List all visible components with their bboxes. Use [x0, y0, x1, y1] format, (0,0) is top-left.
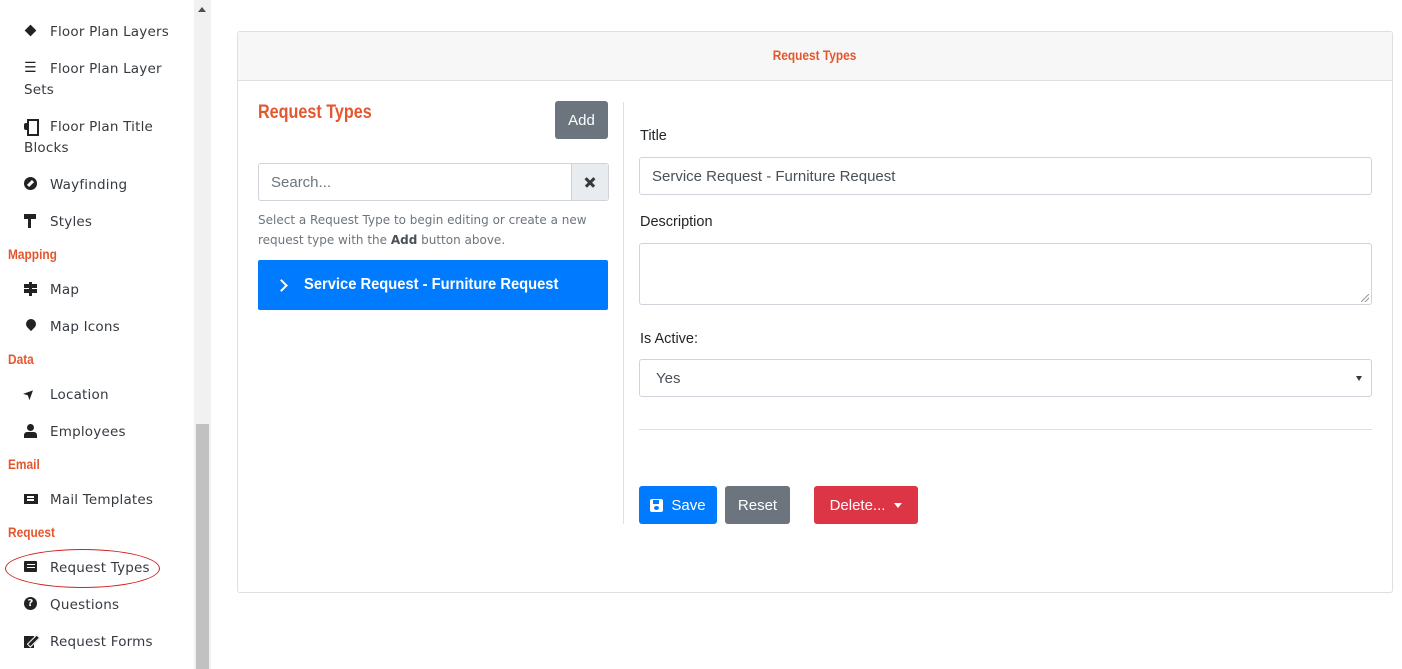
save-button[interactable]: Save — [639, 486, 717, 524]
resize-handle-icon[interactable] — [1361, 294, 1369, 302]
signs-icon — [24, 282, 38, 296]
card-header-title: Request Types — [773, 48, 857, 63]
section-mapping: Mapping — [8, 246, 57, 262]
table-list-icon — [24, 560, 38, 574]
list-item-label: Service Request - Furniture Request — [304, 276, 559, 293]
title-input[interactable]: Service Request - Furniture Request — [639, 157, 1372, 195]
search-input[interactable] — [259, 164, 571, 200]
request-types-card: Request Types Request Types Add Select a… — [237, 31, 1393, 593]
save-icon — [650, 498, 664, 512]
map-marker-icon — [24, 319, 38, 333]
sidebar-item-map-icons[interactable]: Map Icons — [24, 317, 120, 338]
sidebar-item-request-types[interactable]: Request Types — [24, 558, 150, 579]
is-active-label: Is Active: — [640, 331, 699, 347]
list-icon — [24, 58, 38, 79]
scrollbar-thumb[interactable] — [196, 424, 209, 669]
title-label: Title — [640, 128, 667, 144]
section-data: Data — [8, 351, 34, 367]
description-textarea[interactable] — [639, 243, 1372, 305]
sidebar-item-mail-templates[interactable]: Mail Templates — [24, 490, 153, 511]
print-icon — [24, 119, 39, 136]
caret-down-icon — [1356, 376, 1362, 381]
sidebar-item-floor-plan-title-blocks[interactable]: Floor Plan Title Blocks — [24, 117, 189, 159]
description-label: Description — [640, 214, 713, 230]
reset-button-label: Reset — [737, 496, 778, 514]
sidebar-item-location[interactable]: Location — [24, 385, 109, 406]
sidebar-item-wayfinding[interactable]: Wayfinding — [24, 175, 127, 196]
delete-dropdown-button[interactable]: Delete... — [814, 486, 918, 524]
clear-search-button[interactable] — [571, 164, 608, 200]
list-panel-title: Request Types — [258, 102, 372, 123]
sidebar-scrollbar[interactable] — [194, 0, 211, 669]
help-text-post: button above. — [417, 233, 506, 247]
question-circle-icon — [24, 597, 38, 611]
is-active-value: Yes — [656, 369, 681, 387]
section-request: Request — [8, 524, 55, 540]
compass-icon — [24, 177, 38, 191]
sidebar-item-map[interactable]: Map — [24, 280, 79, 301]
sidebar-item-employees[interactable]: Employees — [24, 422, 126, 443]
list-item[interactable]: Service Request - Furniture Request — [258, 260, 608, 310]
paint-roller-icon — [24, 214, 38, 228]
layers-icon — [24, 24, 38, 38]
mail-bulk-icon — [24, 492, 38, 506]
sidebar-item-questions[interactable]: Questions — [24, 595, 119, 616]
panel-divider — [623, 102, 624, 524]
delete-button-label: Delete... — [829, 496, 886, 514]
help-text: Select a Request Type to begin editing o… — [258, 210, 613, 250]
card-header: Request Types — [238, 32, 1392, 81]
location-arrow-icon — [24, 387, 38, 401]
chevron-right-icon — [276, 278, 290, 292]
search-group — [258, 163, 609, 201]
form-divider — [639, 429, 1372, 430]
add-button[interactable]: Add — [555, 101, 608, 139]
user-tie-icon — [24, 424, 38, 438]
help-text-bold: Add — [390, 233, 418, 247]
scroll-up-arrow-icon[interactable] — [194, 0, 211, 17]
sidebar-item-styles[interactable]: Styles — [24, 212, 92, 233]
is-active-select[interactable]: Yes — [639, 359, 1372, 397]
file-signature-icon — [24, 634, 38, 648]
sidebar-item-floor-plan-layer-sets[interactable]: Floor Plan Layer Sets — [24, 58, 189, 101]
sidebar-item-request-forms[interactable]: Request Forms — [24, 632, 153, 653]
caret-down-icon — [894, 502, 903, 508]
sidebar-item-floor-plan-layers[interactable]: Floor Plan Layers — [24, 22, 169, 43]
section-email: Email — [8, 456, 40, 472]
save-button-label: Save — [671, 496, 706, 514]
sidebar: Floor Plan Layers Floor Plan Layer Sets … — [0, 0, 194, 669]
reset-button[interactable]: Reset — [725, 486, 790, 524]
